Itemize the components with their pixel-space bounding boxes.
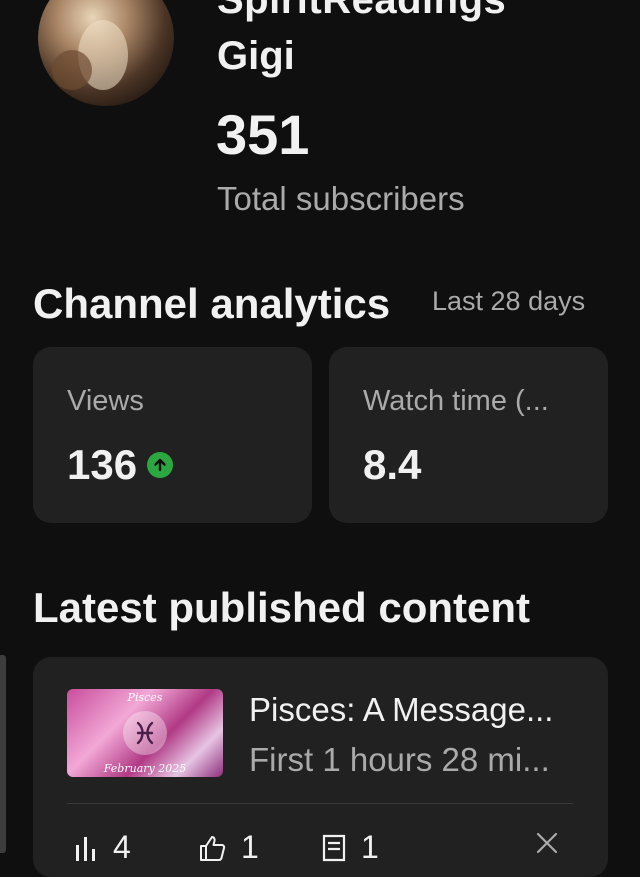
metric-label: Views: [67, 385, 144, 417]
stat-views-value: 4: [113, 829, 131, 865]
channel-name-line1: SpiritReadings: [217, 0, 507, 22]
thumbnail-top-text: Pisces: [127, 691, 163, 704]
thumbs-up-icon: [200, 835, 226, 861]
stat-comments-value: 1: [361, 829, 379, 865]
video-thumbnail[interactable]: Pisces February 2025: [67, 689, 223, 777]
bar-chart-icon: [76, 836, 95, 861]
metric-value: 136: [67, 441, 174, 489]
metric-value: 8.4: [363, 441, 421, 489]
analytics-range: Last 28 days: [432, 286, 586, 316]
comment-icon: [322, 834, 346, 861]
stat-likes: 1: [197, 829, 259, 866]
metric-card-views[interactable]: Views 136: [33, 347, 312, 523]
stat-likes-value: 1: [241, 829, 259, 865]
scroll-indicator: [0, 655, 6, 853]
analytics-title: Channel analytics: [33, 280, 391, 327]
stat-views: 4: [73, 829, 131, 866]
video-title: Pisces: A Message...: [249, 691, 554, 728]
stat-comments: 1: [321, 829, 379, 866]
thumbnail-bottom-text: February 2025: [103, 762, 187, 775]
latest-video-card[interactable]: Pisces February 2025 Pisces: A Message..…: [33, 657, 608, 877]
metric-label: Watch time (...: [363, 385, 549, 417]
subscriber-count: 351: [216, 103, 310, 166]
trend-up-icon: [147, 452, 174, 478]
subscriber-label: Total subscribers: [217, 180, 465, 217]
video-meta: First 1 hours 28 mi...: [249, 741, 550, 778]
latest-content-title: Latest published content: [33, 584, 531, 631]
metric-card-watch-time[interactable]: Watch time (... 8.4: [329, 347, 608, 523]
channel-name: Gigi: [217, 34, 295, 78]
channel-avatar[interactable]: [38, 0, 174, 106]
pisces-symbol-icon: [123, 711, 167, 755]
watch-time-value: 8.4: [363, 441, 422, 488]
views-value: 136: [67, 441, 138, 488]
divider: [67, 803, 573, 804]
